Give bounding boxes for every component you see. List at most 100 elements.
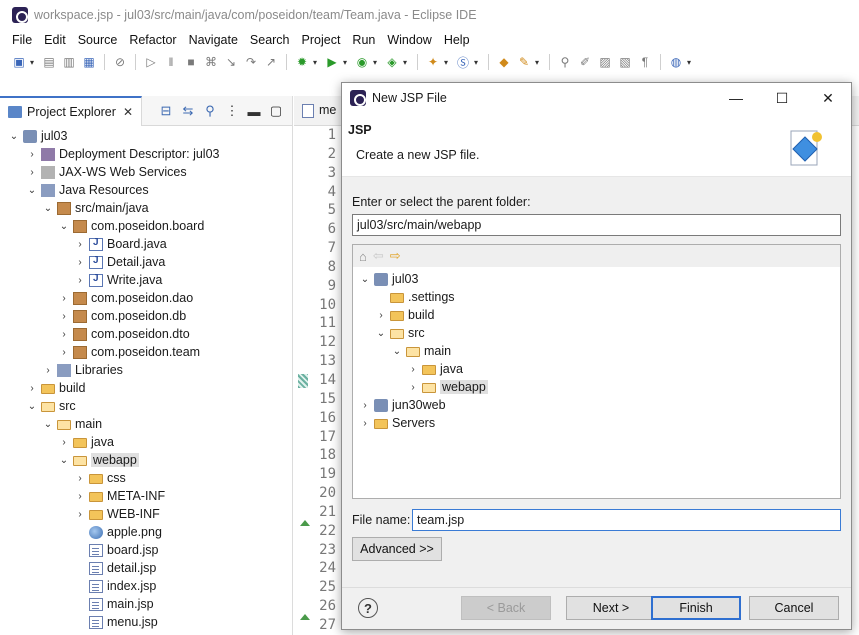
chevron-right-icon[interactable]: › xyxy=(42,365,54,376)
new-server-dropdown-icon[interactable]: ▾ xyxy=(444,58,452,67)
word-wrap-icon[interactable]: ▧ xyxy=(616,53,634,71)
coverage-dropdown-icon[interactable]: ▾ xyxy=(373,58,381,67)
menu-refactor[interactable]: Refactor xyxy=(123,33,182,47)
tree-item-package-db[interactable]: › com.poseidon.db xyxy=(0,307,292,325)
minimize-icon[interactable]: ▬ xyxy=(246,104,262,119)
folder-item-jun30web[interactable]: › jun30web xyxy=(353,396,840,414)
folder-item-webapp[interactable]: › webapp xyxy=(353,378,840,396)
debug-dropdown-icon[interactable]: ▾ xyxy=(313,58,321,67)
tree-item-meta-inf[interactable]: › META-INF xyxy=(0,487,292,505)
tree-item-jul03[interactable]: ⌄ jul03 xyxy=(0,127,292,145)
tree-item-package-board[interactable]: ⌄ com.poseidon.board xyxy=(0,217,292,235)
tree-item-main[interactable]: ⌄ main xyxy=(0,415,292,433)
chevron-right-icon[interactable]: › xyxy=(74,239,86,250)
run-dropdown-icon[interactable]: ▾ xyxy=(343,58,351,67)
next-button[interactable]: Next > xyxy=(566,596,656,620)
terminate-icon[interactable]: ■ xyxy=(182,53,200,71)
search-icon[interactable]: ✎ xyxy=(515,53,533,71)
home-icon[interactable]: ⌂ xyxy=(359,249,367,264)
new-server-icon[interactable]: ✦ xyxy=(424,53,442,71)
menu-source[interactable]: Source xyxy=(72,33,124,47)
folder-item-src[interactable]: ⌄ src xyxy=(353,324,840,342)
tree-item-web-inf[interactable]: › WEB-INF xyxy=(0,505,292,523)
chevron-down-icon[interactable]: ⌄ xyxy=(58,221,70,232)
coverage-icon[interactable]: ◉ xyxy=(353,53,371,71)
chevron-right-icon[interactable]: › xyxy=(58,293,70,304)
web-browser-icon[interactable]: ◍ xyxy=(667,53,685,71)
new-class-dropdown-icon[interactable]: ▾ xyxy=(474,58,482,67)
menu-help[interactable]: Help xyxy=(438,33,476,47)
tree-item-build[interactable]: › build xyxy=(0,379,292,397)
chevron-down-icon[interactable]: ⌄ xyxy=(26,185,38,196)
new-class-icon[interactable]: Ⓢ xyxy=(454,53,472,71)
cancel-button[interactable]: Cancel xyxy=(749,596,839,620)
tree-item-package-dto[interactable]: › com.poseidon.dto xyxy=(0,325,292,343)
chevron-right-icon[interactable]: › xyxy=(74,275,86,286)
menu-file[interactable]: File xyxy=(6,33,38,47)
chevron-right-icon[interactable]: › xyxy=(58,329,70,340)
chevron-down-icon[interactable]: ⌄ xyxy=(359,274,371,285)
chevron-right-icon[interactable]: › xyxy=(359,400,371,411)
fold-marker-icon[interactable] xyxy=(300,520,310,526)
chevron-right-icon[interactable]: › xyxy=(407,382,419,393)
block-selection-icon[interactable]: ▨ xyxy=(596,53,614,71)
chevron-right-icon[interactable]: › xyxy=(74,473,86,484)
step-over-icon[interactable]: ↷ xyxy=(242,53,260,71)
step-return-icon[interactable]: ↗ xyxy=(262,53,280,71)
debug-icon[interactable]: ✹ xyxy=(293,53,311,71)
search-dropdown-icon[interactable]: ▾ xyxy=(535,58,543,67)
arrow-right-icon[interactable]: ⇨ xyxy=(390,248,401,264)
chevron-down-icon[interactable]: ⌄ xyxy=(26,401,38,412)
chevron-down-icon[interactable]: ⌄ xyxy=(42,419,54,430)
tree-item-webapp[interactable]: ⌄ webapp xyxy=(0,451,292,469)
chevron-right-icon[interactable]: › xyxy=(74,491,86,502)
web-browser-dropdown-icon[interactable]: ▾ xyxy=(687,58,695,67)
save-icon[interactable]: ▤ xyxy=(40,53,58,71)
menu-search[interactable]: Search xyxy=(244,33,296,47)
tree-item-src[interactable]: ⌄ src xyxy=(0,397,292,415)
link-with-editor-icon[interactable]: ⇆ xyxy=(180,103,196,119)
menu-project[interactable]: Project xyxy=(296,33,347,47)
tree-item-libraries[interactable]: › Libraries xyxy=(0,361,292,379)
maximize-icon[interactable]: ☐ xyxy=(759,83,805,113)
chevron-right-icon[interactable]: › xyxy=(407,364,419,375)
folder-item-main[interactable]: ⌄ main xyxy=(353,342,840,360)
editor-tab[interactable]: me xyxy=(302,103,336,118)
menu-window[interactable]: Window xyxy=(381,33,437,47)
run-icon[interactable]: ▶ xyxy=(323,53,341,71)
open-type-icon[interactable]: ◆ xyxy=(495,53,513,71)
folder-item-jul03[interactable]: ⌄ jul03 xyxy=(353,270,840,288)
tree-item-jax-ws[interactable]: › JAX-WS Web Services xyxy=(0,163,292,181)
tree-item-index-jsp[interactable]: index.jsp xyxy=(0,577,292,595)
chevron-right-icon[interactable]: › xyxy=(26,167,38,178)
folder-item-build[interactable]: › build xyxy=(353,306,840,324)
resume-icon[interactable]: ▷ xyxy=(142,53,160,71)
chevron-down-icon[interactable]: ⌄ xyxy=(391,346,403,357)
chevron-down-icon[interactable]: ⌄ xyxy=(375,328,387,339)
tree-item-package-dao[interactable]: › com.poseidon.dao xyxy=(0,289,292,307)
console-icon[interactable]: ▦ xyxy=(80,53,98,71)
tree-item-deployment-descriptor[interactable]: › Deployment Descriptor: jul03 xyxy=(0,145,292,163)
chevron-right-icon[interactable]: › xyxy=(74,509,86,520)
tree-item-detail-jsp[interactable]: detail.jsp xyxy=(0,559,292,577)
chevron-right-icon[interactable]: › xyxy=(74,257,86,268)
toggle-mark-occurrences-icon[interactable]: ⚲ xyxy=(556,53,574,71)
chevron-right-icon[interactable]: › xyxy=(26,149,38,160)
tree-item-src-main-java[interactable]: ⌄ src/main/java xyxy=(0,199,292,217)
chevron-right-icon[interactable]: › xyxy=(359,418,371,429)
chevron-right-icon[interactable]: › xyxy=(375,310,387,321)
parent-folder-input[interactable]: jul03/src/main/webapp xyxy=(352,214,841,236)
tree-item-detail-java[interactable]: › Detail.java xyxy=(0,253,292,271)
disconnect-icon[interactable]: ⌘ xyxy=(202,53,220,71)
tree-item-board-java[interactable]: › Board.java xyxy=(0,235,292,253)
chevron-right-icon[interactable]: › xyxy=(58,437,70,448)
close-icon[interactable]: ✕ xyxy=(123,105,133,119)
toggle-edit-icon[interactable]: ✐ xyxy=(576,53,594,71)
tree-item-write-java[interactable]: › Write.java xyxy=(0,271,292,289)
tree-item-css[interactable]: › css xyxy=(0,469,292,487)
filter-icon[interactable]: ⚲ xyxy=(202,103,218,119)
tree-item-java[interactable]: › java xyxy=(0,433,292,451)
tree-item-board-jsp[interactable]: board.jsp xyxy=(0,541,292,559)
finish-button[interactable]: Finish xyxy=(651,596,741,620)
external-tools-icon[interactable]: ◈ xyxy=(383,53,401,71)
